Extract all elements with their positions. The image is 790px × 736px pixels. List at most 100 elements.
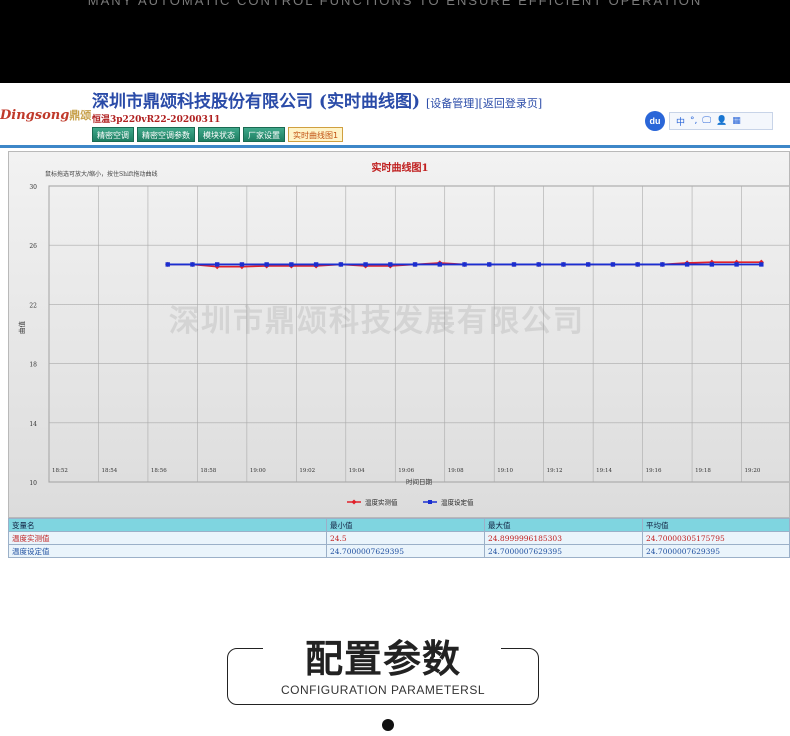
logo-cn: 鼎颂 <box>69 109 92 122</box>
y-axis-label: 曲值 <box>17 321 26 335</box>
x-tick-label: 18:58 <box>200 468 216 474</box>
user-icon[interactable]: 👤 <box>716 116 727 126</box>
x-tick-label: 19:02 <box>299 468 315 474</box>
data-point <box>536 262 541 267</box>
x-tick-label: 18:52 <box>52 468 68 474</box>
logo-text: Dingsong <box>0 108 70 123</box>
x-tick-label: 19:18 <box>695 468 711 474</box>
tab-precision-ac[interactable]: 精密空调 <box>92 127 134 142</box>
company-logo: Dingsong鼎颂 <box>0 107 91 123</box>
x-tick-label: 18:54 <box>101 468 117 474</box>
tab-bar: 精密空调 精密空调参数 模块状态 厂家设置 实时曲线图1 <box>92 127 344 142</box>
legend-marker <box>428 500 432 504</box>
data-point <box>388 262 393 267</box>
cell-name: 温度实测值 <box>8 531 327 545</box>
data-point <box>660 262 665 267</box>
data-point <box>511 262 517 267</box>
data-point <box>561 262 566 267</box>
data-point <box>239 262 245 267</box>
col-max: 最大值 <box>484 518 643 532</box>
tab-realtime-curve[interactable]: 实时曲线图1 <box>288 127 344 142</box>
legend-label: 温度设定值 <box>441 498 474 507</box>
return-login-link[interactable]: [返回登录页] <box>479 97 543 110</box>
chart-watermark: 深圳市鼎颂科技发展有限公司 <box>169 304 585 339</box>
chart-hint: 鼠标拖选可放大/缩小，按住Shift拖动曲线 <box>45 171 158 178</box>
data-point <box>214 262 220 267</box>
tab-precision-ac-params[interactable]: 精密空调参数 <box>137 127 195 142</box>
realtime-chart[interactable]: 30 26 22 18 14 10 18:52 18:54 18:56 18:58 19:00 19:… <box>8 151 790 518</box>
x-tick-label: 19:14 <box>596 468 612 474</box>
table-row: 温度设定值 24.7000007629395 24.7000007629395 … <box>8 544 790 558</box>
x-tick-label: 18:56 <box>151 468 167 474</box>
cell-min: 24.7000007629395 <box>326 544 485 558</box>
data-point <box>684 262 690 267</box>
company-name: 深圳市鼎颂科技股份有限公司 (实时曲线图) <box>92 92 421 112</box>
data-point <box>190 262 195 267</box>
y-tick-label: 14 <box>29 421 37 428</box>
cell-min: 24.5 <box>326 531 485 545</box>
y-tick-label: 30 <box>29 184 37 191</box>
table-row: 温度实测值 24.5 24.8999996185303 24.700003051… <box>8 531 790 545</box>
data-point <box>338 262 344 267</box>
data-point <box>363 262 368 267</box>
data-point <box>487 262 492 267</box>
banner-caption: MANY AUTOMATIC CONTROL FUNCTIONS TO ENSU… <box>87 0 703 8</box>
data-point <box>289 262 294 267</box>
col-min: 最小值 <box>326 518 485 532</box>
data-point <box>437 262 442 267</box>
baidu-du-icon[interactable]: du <box>645 111 665 131</box>
punctuation-icon[interactable]: °, <box>690 116 697 126</box>
top-banner: MANY AUTOMATIC CONTROL FUNCTIONS TO ENSU… <box>0 0 790 83</box>
config-section-header: 配置参数 CONFIGURATION PARAMETERSL <box>0 600 790 736</box>
data-point <box>610 262 616 267</box>
x-axis-label: 时间日期 <box>406 477 433 486</box>
x-tick-label: 19:06 <box>398 468 414 474</box>
data-point <box>585 262 591 267</box>
device-management-link[interactable]: [设备管理] <box>426 97 479 110</box>
tab-module-status[interactable]: 模块状态 <box>198 127 240 142</box>
data-point <box>165 262 170 267</box>
section-dot <box>382 719 394 731</box>
y-tick-label: 10 <box>29 480 37 487</box>
cell-max: 24.7000007629395 <box>484 544 643 558</box>
x-tick-label: 19:10 <box>497 468 513 474</box>
stats-table: 变量名 最小值 最大值 平均值 温度实测值 24.5 24.8999996185… <box>8 518 790 558</box>
cell-name: 温度设定值 <box>8 544 327 558</box>
col-avg: 平均值 <box>642 518 790 532</box>
section-subtitle: CONFIGURATION PARAMETERSL <box>280 683 486 697</box>
section-title: 配置参数 <box>304 637 461 681</box>
legend-marker <box>351 499 357 505</box>
y-tick-label: 22 <box>29 302 37 309</box>
data-point <box>759 262 764 267</box>
x-tick-label: 19:20 <box>745 468 761 474</box>
chinese-mode-icon[interactable]: 中 <box>676 115 685 128</box>
screen-icon[interactable]: 🖵 <box>702 116 711 126</box>
data-point <box>635 262 640 267</box>
input-method-bar: 中 °, 🖵 👤 ▦ <box>669 112 773 130</box>
data-point <box>313 262 319 267</box>
data-point <box>734 262 739 267</box>
cell-avg: 24.7000007629395 <box>642 544 790 558</box>
device-model: 恒温3p220vR22-20200311 <box>92 115 221 125</box>
data-point <box>264 262 269 267</box>
browser-toolbar: du 中 °, 🖵 👤 ▦ <box>645 111 773 131</box>
header-divider <box>0 145 790 148</box>
x-tick-label: 19:12 <box>547 468 563 474</box>
page-title: 深圳市鼎颂科技股份有限公司 (实时曲线图) [设备管理][返回登录页] <box>92 87 542 112</box>
x-tick-label: 19:16 <box>646 468 662 474</box>
data-point <box>412 262 418 267</box>
cell-max: 24.8999996185303 <box>484 531 643 545</box>
x-tick-label: 19:08 <box>448 468 464 474</box>
x-tick-label: 19:04 <box>349 468 365 474</box>
data-point <box>462 262 467 267</box>
y-tick-label: 18 <box>29 362 37 369</box>
tab-factory-settings[interactable]: 厂家设置 <box>243 127 285 142</box>
x-tick-label: 19:00 <box>250 468 266 474</box>
grid-menu-icon[interactable]: ▦ <box>732 116 741 126</box>
data-point <box>709 262 715 267</box>
app-window: Dingsong鼎颂 深圳市鼎颂科技股份有限公司 (实时曲线图) [设备管理][… <box>0 83 790 561</box>
col-variable-name: 变量名 <box>8 518 327 532</box>
y-tick-label: 26 <box>29 243 37 250</box>
cell-avg: 24.70000305175795 <box>642 531 790 545</box>
table-header-row: 变量名 最小值 最大值 平均值 <box>8 518 790 532</box>
